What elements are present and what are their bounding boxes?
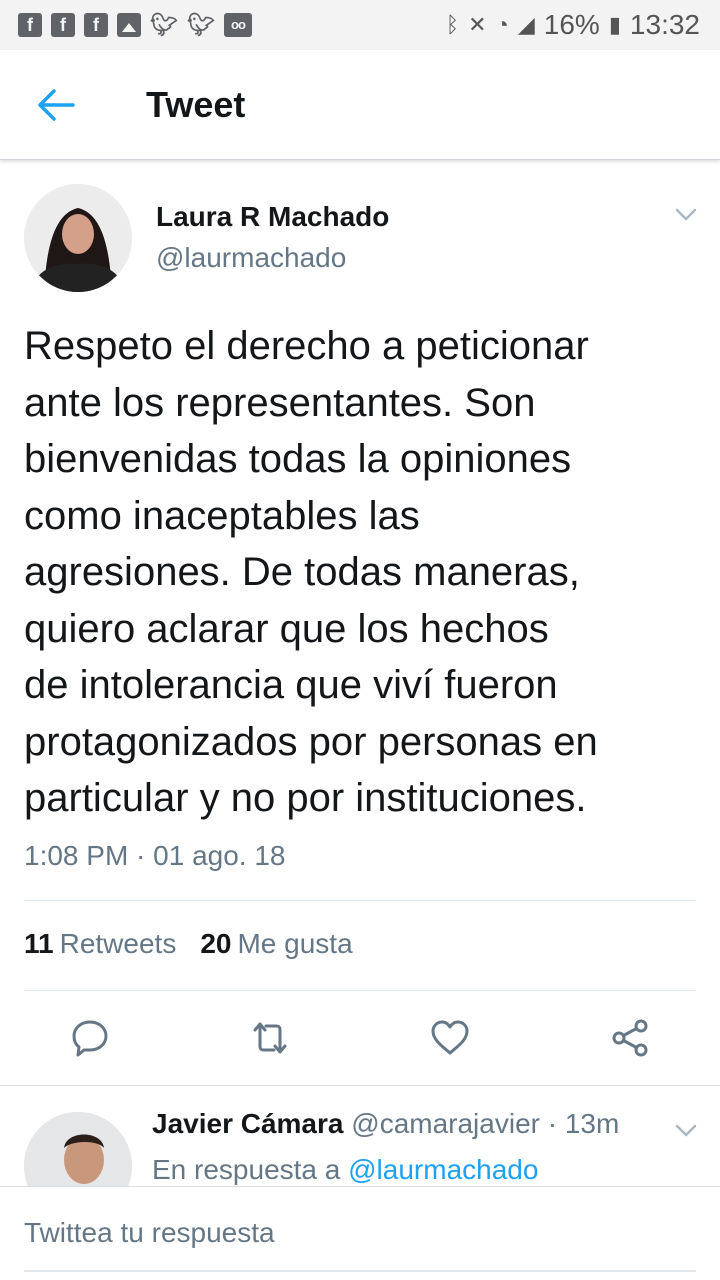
reply-input[interactable]: Twittea tu respuesta [24, 1217, 275, 1249]
divider [24, 900, 696, 901]
twitter-icon: 🐦︎ [187, 12, 215, 37]
facebook-icon: f [84, 13, 108, 37]
divider [0, 1085, 720, 1086]
bluetooth-icon: ᛒ [445, 12, 460, 37]
tweet-text: Respeto el derecho a peticionar ante los… [24, 324, 598, 820]
input-underline [24, 1270, 696, 1272]
in-reply-to: En respuesta a @laurmachado [152, 1154, 538, 1186]
likes-label[interactable]: Me gusta [237, 928, 352, 960]
facebook-icon: f [51, 13, 75, 37]
status-bar: f f f 🐦︎ 🐦︎ oo ᛒ ✕ ◔ ◢ 16% ▮ 13:32 [0, 0, 720, 50]
signal-icon: ◢ [517, 12, 535, 37]
back-arrow-icon[interactable] [36, 88, 76, 122]
author-name[interactable]: Laura R Machado [156, 201, 389, 233]
retweets-count[interactable]: 11 [24, 928, 54, 960]
tweet-timestamp: 1:08 PM · 01 ago. 18 [24, 840, 286, 871]
battery-icon: ▮ [608, 12, 621, 37]
clock: 13:32 [629, 9, 700, 40]
retweet-icon[interactable] [250, 1018, 290, 1058]
tweet-stats: 11 Retweets 20 Me gusta [24, 928, 353, 960]
divider [24, 990, 696, 991]
reply-icon[interactable] [70, 1018, 110, 1058]
battery-percentage: 16% [543, 9, 600, 40]
voicemail-icon: oo [224, 13, 252, 37]
in-reply-to-label: En respuesta a [152, 1154, 341, 1185]
retweets-label[interactable]: Retweets [60, 928, 177, 960]
author-handle[interactable]: @laurmachado [156, 242, 346, 274]
page-title: Tweet [146, 84, 246, 125]
system-icons: ᛒ ✕ ◔ ◢ 16% ▮ 13:32 [446, 9, 700, 41]
share-icon[interactable] [610, 1018, 650, 1058]
likes-count[interactable]: 20 [200, 928, 231, 960]
app-bar: Tweet [0, 50, 720, 160]
image-icon [117, 13, 141, 37]
avatar[interactable] [24, 184, 132, 292]
chevron-down-icon[interactable] [675, 1124, 697, 1138]
reply-composer[interactable]: Twittea tu respuesta [0, 1186, 720, 1280]
in-reply-to-link[interactable]: @laurmachado [348, 1154, 538, 1185]
mute-icon: ✕ [468, 12, 487, 37]
notification-icons: f f f 🐦︎ 🐦︎ oo [18, 13, 252, 37]
reply-age: · 13m [547, 1108, 620, 1139]
reply-author-name[interactable]: Javier Cámara [152, 1108, 343, 1139]
facebook-icon: f [18, 13, 42, 37]
profile-photo [24, 184, 132, 292]
reply-author-handle[interactable]: @camarajavier [351, 1108, 540, 1139]
reply-header: Javier Cámara @camarajavier · 13m [152, 1108, 619, 1140]
chevron-down-icon[interactable] [675, 208, 697, 222]
wifi-icon: ◔ [495, 12, 509, 37]
like-heart-icon[interactable] [430, 1018, 470, 1058]
twitter-icon: 🐦︎ [150, 12, 178, 37]
